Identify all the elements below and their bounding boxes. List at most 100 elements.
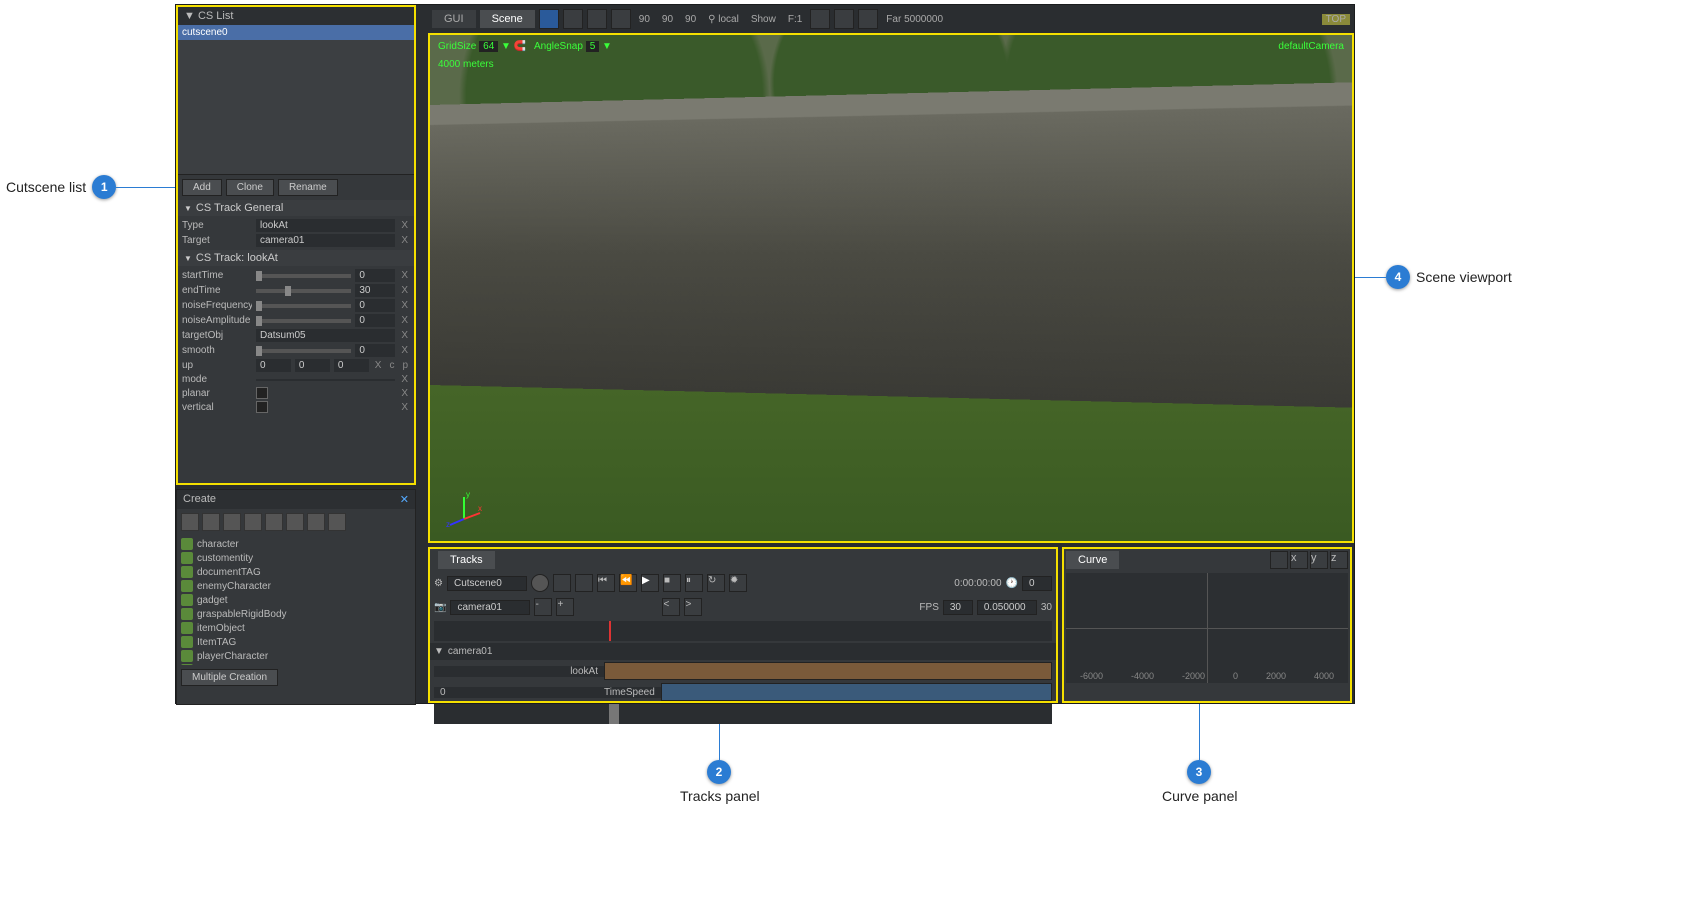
rename-button[interactable]: Rename	[278, 179, 338, 196]
category-icon[interactable]	[223, 513, 241, 531]
paste-icon[interactable]: p	[400, 360, 410, 371]
curve-graph[interactable]: -6000-4000-2000020004000	[1066, 573, 1348, 683]
list-item[interactable]: playerCharacter	[181, 649, 411, 663]
reset-icon[interactable]: X	[399, 220, 410, 231]
reset-icon[interactable]: X	[399, 345, 410, 356]
key-icon[interactable]	[575, 574, 593, 592]
create-list[interactable]: character customentity documentTAG enemy…	[177, 535, 415, 665]
endtime-slider[interactable]	[256, 289, 351, 293]
close-icon[interactable]: ✕	[400, 493, 409, 506]
planar-checkbox[interactable]	[256, 387, 268, 399]
key-icon[interactable]	[553, 574, 571, 592]
scene-viewport[interactable]: GridSize 64 ▼ 🧲 AngleSnap 5 ▼ 4000 meter…	[428, 33, 1354, 543]
tab-tracks[interactable]: Tracks	[438, 551, 495, 569]
timeline-ruler[interactable]	[434, 621, 1052, 641]
starttime-slider[interactable]	[256, 274, 351, 278]
expand-icon[interactable]: ▼	[434, 646, 444, 657]
cutscene-dropdown[interactable]: Cutscene0	[447, 576, 527, 591]
snap-90[interactable]: 90	[658, 14, 677, 25]
stop-icon[interactable]: ■	[663, 574, 681, 592]
noisefreq-slider[interactable]	[256, 304, 351, 308]
track-lane[interactable]: lookAt	[434, 661, 1052, 681]
axis-gizmo[interactable]: yxz	[444, 489, 484, 529]
list-item[interactable]: gadget	[181, 593, 411, 607]
noiseamp-value[interactable]: 0	[355, 314, 395, 327]
type-field[interactable]: lookAt	[256, 219, 395, 232]
curve-tool-icon[interactable]	[1270, 551, 1288, 569]
pause-icon[interactable]: ⏸	[685, 574, 703, 592]
prev-frame-icon[interactable]: ⏪	[619, 574, 637, 592]
record-icon[interactable]	[531, 574, 549, 592]
targetobj-field[interactable]: Datsum05	[256, 329, 395, 342]
category-icon[interactable]	[265, 513, 283, 531]
category-icon[interactable]	[181, 513, 199, 531]
timeline-scrollbar[interactable]	[434, 704, 1052, 724]
grid-icon[interactable]	[858, 9, 878, 29]
first-frame-icon[interactable]: ⏮	[597, 574, 615, 592]
minus-icon[interactable]: -	[534, 598, 552, 616]
scale-tool-icon[interactable]	[587, 9, 607, 29]
smooth-value[interactable]: 0	[355, 344, 395, 357]
category-icon[interactable]	[328, 513, 346, 531]
starttime-value[interactable]: 0	[355, 269, 395, 282]
list-item[interactable]: enemyCharacter	[181, 579, 411, 593]
tab-gui[interactable]: GUI	[432, 10, 476, 28]
z-axis-toggle[interactable]: z	[1330, 551, 1348, 569]
category-icon[interactable]	[202, 513, 220, 531]
reset-icon[interactable]: X	[399, 235, 410, 246]
track-lookat-header[interactable]: CS Track: lookAt	[178, 250, 414, 266]
grid-icon[interactable]	[810, 9, 830, 29]
rotate-tool-icon[interactable]	[563, 9, 583, 29]
reset-icon[interactable]: X	[399, 388, 410, 399]
tab-scene[interactable]: Scene	[480, 10, 535, 28]
smooth-slider[interactable]	[256, 349, 351, 353]
fstop[interactable]: F:1	[784, 14, 806, 25]
settings-icon[interactable]: ✹	[729, 574, 747, 592]
reset-icon[interactable]: X	[399, 330, 410, 341]
category-icon[interactable]	[286, 513, 304, 531]
view-top[interactable]: TOP	[1322, 14, 1350, 25]
lane-zero-label[interactable]: 0	[434, 687, 604, 698]
loop-icon[interactable]: ↻	[707, 574, 725, 592]
list-item[interactable]: character	[181, 537, 411, 551]
play-icon[interactable]: ▶	[641, 574, 659, 592]
noisefreq-value[interactable]: 0	[355, 299, 395, 312]
list-item[interactable]: documentTAG	[181, 565, 411, 579]
up-x-field[interactable]: 0	[256, 359, 291, 372]
frame-field[interactable]: 0	[1022, 576, 1052, 591]
list-item[interactable]: graspableRigidBody	[181, 607, 411, 621]
snap-90[interactable]: 90	[635, 14, 654, 25]
far-clip[interactable]: Far 5000000	[882, 14, 947, 25]
reset-icon[interactable]: X	[399, 285, 410, 296]
mode-field[interactable]	[256, 379, 395, 381]
list-item[interactable]: customentity	[181, 551, 411, 565]
lane-bar[interactable]	[661, 683, 1052, 701]
category-icon[interactable]	[307, 513, 325, 531]
tab-curve[interactable]: Curve	[1066, 551, 1119, 569]
multiple-creation-button[interactable]: Multiple Creation	[181, 669, 278, 686]
reset-icon[interactable]: X	[399, 374, 410, 385]
reset-icon[interactable]: X	[373, 360, 384, 371]
reset-icon[interactable]: X	[399, 270, 410, 281]
snap-90[interactable]: 90	[681, 14, 700, 25]
next-key-icon[interactable]: >	[684, 598, 702, 616]
list-item[interactable]: ItemTAG	[181, 635, 411, 649]
gridsize-overlay[interactable]: GridSize 64 ▼ 🧲 AngleSnap 5 ▼	[438, 41, 612, 52]
y-axis-toggle[interactable]: y	[1310, 551, 1328, 569]
playhead[interactable]	[609, 621, 611, 641]
plus-icon[interactable]: +	[556, 598, 574, 616]
timestep-field[interactable]: 0.050000	[977, 600, 1037, 615]
category-icon[interactable]	[244, 513, 262, 531]
track-name[interactable]: camera01	[448, 646, 492, 657]
snap-icon[interactable]	[611, 9, 631, 29]
prev-key-icon[interactable]: <	[662, 598, 680, 616]
copy-icon[interactable]: c	[387, 360, 396, 371]
grid-icon[interactable]	[834, 9, 854, 29]
up-y-field[interactable]: 0	[295, 359, 330, 372]
lane-bar[interactable]	[604, 662, 1052, 680]
reset-icon[interactable]: X	[399, 315, 410, 326]
scrollbar-thumb[interactable]	[609, 704, 619, 724]
reset-icon[interactable]: X	[399, 402, 410, 413]
cs-list-item[interactable]: cutscene0	[178, 25, 414, 40]
cs-list-body[interactable]: cutscene0	[178, 25, 414, 175]
